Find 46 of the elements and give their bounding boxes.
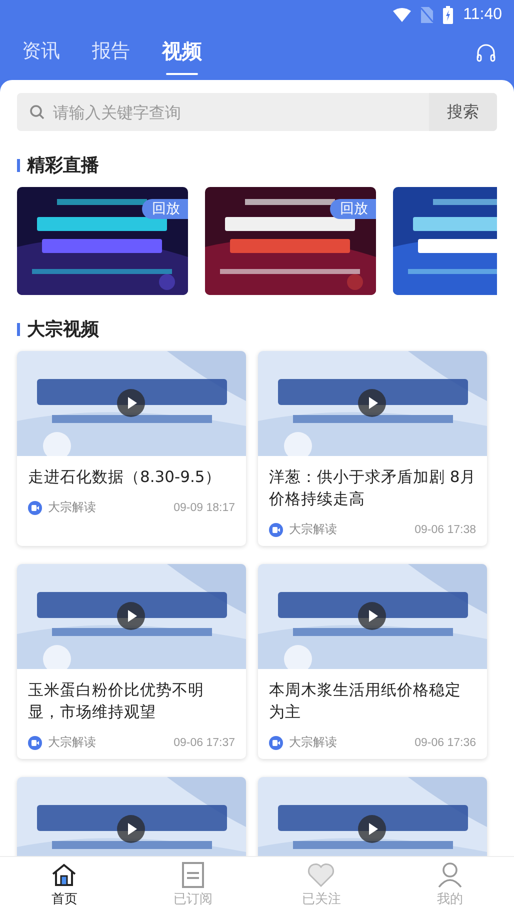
document-icon: [180, 862, 206, 888]
video-icon: [269, 736, 283, 750]
tab[interactable]: 资讯: [12, 32, 70, 74]
video-title: 本周木浆生活用纸价格稳定为主: [269, 680, 462, 723]
play-icon: [358, 602, 386, 630]
video-icon: [269, 522, 283, 536]
person-icon: [436, 862, 464, 888]
search-button[interactable]: 搜索: [429, 93, 497, 131]
video-source: 大宗解读: [289, 734, 337, 751]
play-icon: [117, 602, 145, 630]
search-icon: [29, 104, 45, 120]
tab[interactable]: 报告: [82, 32, 140, 74]
video-title: 走进石化数据（8.30-9.5）: [28, 467, 222, 488]
no-sim-icon: [421, 7, 434, 23]
video-title: 玉米蛋白粉价比优势不明显，市场维持观望: [28, 680, 205, 723]
play-icon: [117, 815, 145, 843]
replay-badge: 回放: [330, 199, 376, 219]
video-title: 洋葱：供小于求矛盾加剧 8月价格持续走高: [269, 467, 476, 510]
play-icon: [358, 815, 386, 843]
house-icon: [51, 862, 78, 888]
video-icon: [28, 736, 42, 750]
search-field[interactable]: 请输入关键字查询 搜索: [17, 93, 497, 131]
video-source: 大宗解读: [48, 499, 96, 516]
video-time: 09-06 17:37: [174, 736, 235, 748]
replay-badge: 回放: [142, 199, 188, 219]
nav-tab[interactable]: 首页: [0, 857, 128, 913]
video-source: 大宗解读: [48, 734, 96, 751]
headphones-icon[interactable]: [476, 43, 496, 63]
video-icon: [28, 500, 42, 514]
video-card[interactable]: 洋葱：供小于求矛盾加剧 8月价格持续走高 大宗解读 09-06 17:38: [258, 351, 487, 546]
video-time: 09-09 18:17: [174, 502, 235, 514]
status-time: 11:40: [463, 6, 502, 24]
video-card[interactable]: 走进石化数据（8.30-9.5） 大宗解读 09-09 18:17: [17, 351, 246, 546]
tab[interactable]: 视频: [152, 32, 212, 74]
wifi-icon: [393, 8, 412, 22]
section-title: 大宗视频: [27, 318, 99, 341]
video-source: 大宗解读: [289, 521, 337, 538]
play-icon: [117, 389, 145, 417]
video-card[interactable]: 玉米蛋白粉价比优势不明显，市场维持观望 大宗解读 09-06 17:37: [17, 564, 246, 759]
play-icon: [358, 389, 386, 417]
video-card[interactable]: 本周木浆生活用纸价格稳定为主 大宗解读 09-06 17:36: [258, 564, 487, 759]
battery-icon: [443, 6, 454, 24]
heart-icon: [307, 862, 336, 888]
video-time: 09-06 17:36: [414, 736, 476, 748]
section-title: 精彩直播: [27, 154, 99, 177]
video-time: 09-06 17:38: [414, 524, 476, 536]
